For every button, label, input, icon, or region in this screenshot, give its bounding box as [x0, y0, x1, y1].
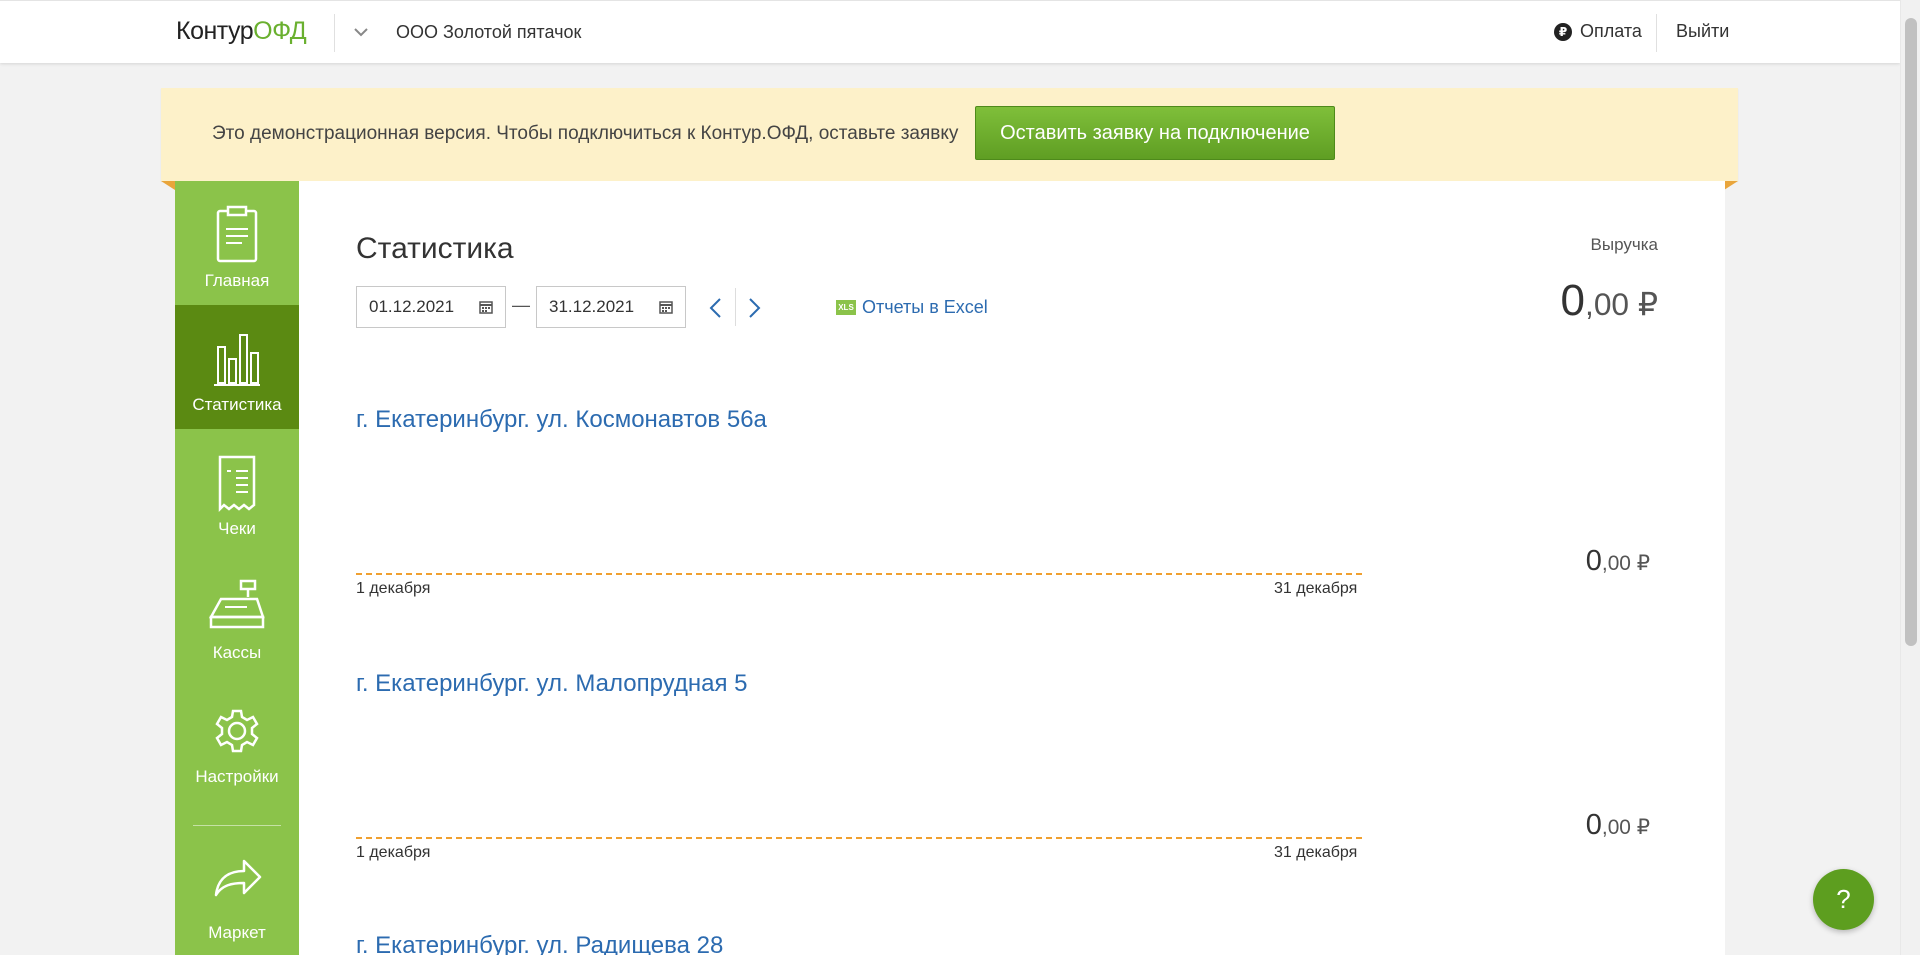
sidebar-item-statistics[interactable]: Статистика — [175, 305, 299, 429]
chevron-left-icon[interactable] — [706, 296, 726, 320]
chart-start-label: 1 декабря — [356, 580, 431, 597]
share-arrow-icon — [214, 859, 262, 897]
top-header: КонтурОФД ООО Золотой пятачок ₽ Оплата В… — [0, 0, 1900, 63]
sidebar-item-label: Чеки — [218, 519, 256, 538]
chevron-down-icon[interactable] — [350, 21, 372, 43]
header-divider — [334, 14, 335, 52]
sidebar-item-market[interactable]: Маркет — [175, 831, 299, 955]
date-to-value: 31.12.2021 — [549, 297, 635, 316]
header-divider-2 — [1656, 14, 1657, 52]
sidebar-item-receipts[interactable]: Чеки — [175, 429, 299, 553]
location-link[interactable]: г. Екатеринбург. ул. Радищева 28 — [356, 932, 723, 955]
payment-label: Оплата — [1580, 21, 1642, 41]
scrollbar-thumb[interactable] — [1905, 18, 1917, 646]
sidebar-item-cash-registers[interactable]: Кассы — [175, 553, 299, 677]
chart-end-label: 31 декабря — [1274, 580, 1358, 597]
location-link[interactable]: г. Екатеринбург. ул. Малопрудная 5 — [356, 670, 748, 698]
sidebar-item-label: Кассы — [212, 643, 262, 662]
chart-line — [356, 573, 1362, 575]
banner-fold-left — [161, 181, 175, 190]
request-connection-button[interactable]: Оставить заявку на подключение — [975, 106, 1335, 160]
location-sum-dec: ,00 ₽ — [1601, 552, 1650, 575]
demo-banner-text: Это демонстрационная версия. Чтобы подкл… — [212, 123, 959, 144]
date-to-input[interactable]: 31.12.2021 — [536, 286, 686, 328]
excel-reports-label: Отчеты в Excel — [862, 297, 988, 317]
location-sum-int: 0 — [1585, 545, 1602, 577]
sidebar-item-home[interactable]: Главная — [175, 181, 299, 305]
chart-line — [356, 837, 1362, 839]
bar-chart-icon — [214, 334, 260, 386]
sidebar-item-label: Настройки — [195, 767, 279, 786]
ruble-icon: ₽ — [1554, 22, 1572, 41]
cash-register-icon — [208, 579, 265, 629]
page-scrollbar[interactable] — [1900, 0, 1920, 955]
banner-fold-right — [1724, 181, 1738, 190]
arrow-divider — [735, 288, 736, 326]
chart-end-label: 31 декабря — [1274, 844, 1358, 861]
chevron-right-icon[interactable] — [744, 296, 764, 320]
calendar-icon[interactable] — [479, 300, 493, 314]
location-sum: 0,00 ₽ — [1586, 809, 1650, 842]
calendar-icon[interactable] — [659, 300, 673, 314]
location-sum: 0,00 ₽ — [1586, 545, 1650, 578]
logout-link[interactable]: Выйти — [1676, 21, 1729, 42]
page-title: Статистика — [356, 232, 514, 265]
kontur-ofd-logo[interactable]: КонтурОФД — [176, 17, 307, 46]
date-from-value: 01.12.2021 — [369, 297, 455, 316]
logo-ofd-text: ОФД — [253, 17, 307, 45]
sidebar-divider — [193, 825, 281, 826]
revenue-total: 0,00 ₽ — [1561, 276, 1658, 326]
logo-kontur-text: Контур — [176, 17, 254, 45]
organization-name[interactable]: ООО Золотой пятачок — [396, 22, 581, 43]
sidebar-item-label: Статистика — [192, 395, 282, 414]
date-separator: — — [512, 295, 530, 315]
clipboard-icon — [216, 205, 258, 263]
payment-link[interactable]: ₽ Оплата — [1554, 21, 1642, 42]
date-from-input[interactable]: 01.12.2021 — [356, 286, 506, 328]
revenue-total-int: 0 — [1560, 276, 1586, 325]
excel-reports-link[interactable]: XLS Отчеты в Excel — [836, 297, 988, 318]
revenue-label: Выручка — [1590, 235, 1658, 254]
sidebar: Главная Статистика Чеки Кассы Настройки … — [175, 181, 299, 955]
gear-icon — [215, 709, 259, 753]
sidebar-item-settings[interactable]: Настройки — [175, 677, 299, 801]
location-sum-int: 0 — [1585, 809, 1602, 841]
xls-icon: XLS — [836, 300, 856, 315]
help-button[interactable]: ? — [1813, 869, 1874, 930]
sidebar-item-label: Маркет — [208, 923, 266, 942]
location-link[interactable]: г. Екатеринбург. ул. Космонавтов 56а — [356, 406, 767, 434]
revenue-total-dec: ,00 ₽ — [1585, 286, 1658, 322]
sidebar-item-label: Главная — [204, 271, 270, 290]
location-sum-dec: ,00 ₽ — [1601, 816, 1650, 839]
receipt-icon — [218, 455, 256, 513]
chart-start-label: 1 декабря — [356, 844, 431, 861]
